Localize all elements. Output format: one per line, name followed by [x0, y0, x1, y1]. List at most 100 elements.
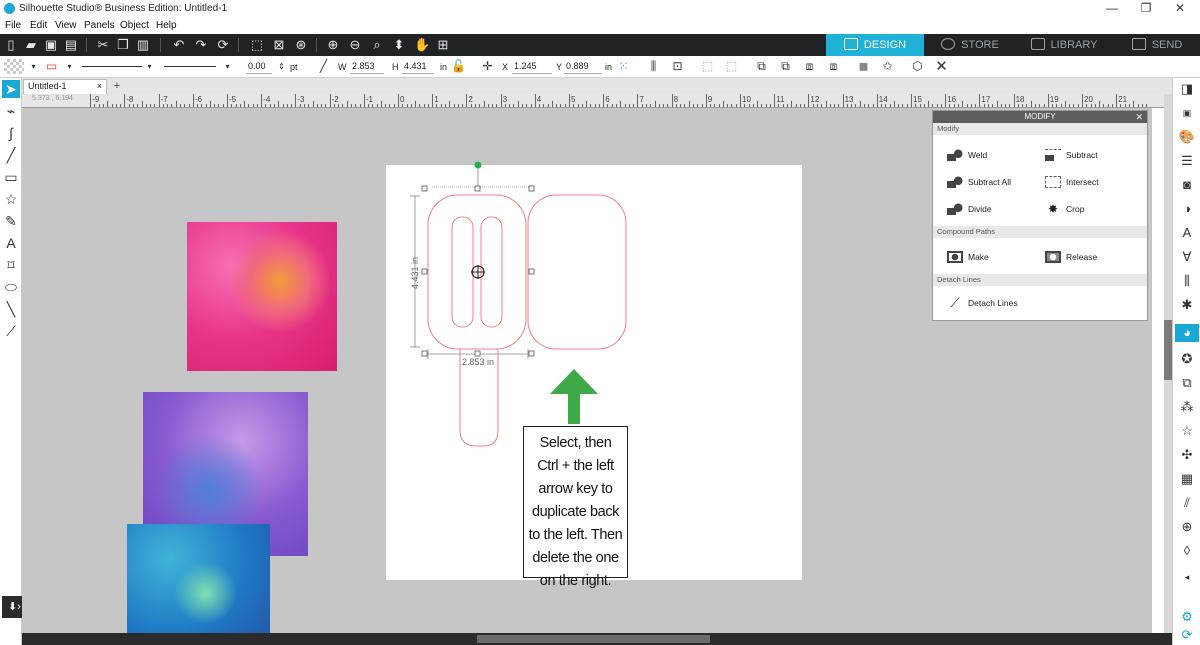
send-backward-icon[interactable]: ⧈ [826, 59, 841, 74]
puzzle-icon[interactable]: ✣ [1178, 446, 1196, 464]
x-position-input[interactable]: 1.245 [512, 60, 552, 74]
redo-icon[interactable]: ↷ [194, 38, 208, 52]
center-to-page-icon[interactable]: ⊡ [670, 59, 685, 74]
sync-icon[interactable]: ⟳ [1178, 626, 1196, 644]
line-width-stepper-icon[interactable]: ⇕ [274, 59, 289, 74]
eraser-tool-icon[interactable]: ⬭ [2, 278, 20, 296]
horizontal-scrollbar[interactable] [22, 633, 1172, 645]
popsicle-slot-left[interactable] [451, 216, 474, 328]
rotate-handle[interactable] [474, 161, 482, 169]
paste-icon[interactable]: ▥ [136, 38, 150, 52]
popsicle-shape-duplicate[interactable] [527, 194, 627, 350]
modify-panel-header[interactable]: MODIFY ✕ [933, 111, 1147, 123]
deselect-icon[interactable]: ⊠ [272, 38, 286, 52]
line-end-dropdown-icon[interactable]: ▾ [220, 59, 235, 74]
delete-x-icon[interactable]: ✕ [934, 59, 949, 74]
drag-zoom-icon[interactable]: ⬍ [392, 38, 406, 52]
open-folder-icon[interactable]: ▰ [24, 38, 38, 52]
zoom-out-icon[interactable]: ⊖ [348, 38, 362, 52]
intersect-button[interactable]: Intersect [1045, 176, 1099, 188]
ungroup-icon[interactable]: ⬚ [724, 59, 739, 74]
detach-lines-button[interactable]: ⟋ Detach Lines [947, 296, 1017, 309]
eyedropper-tool-icon[interactable]: ⟋ [2, 322, 20, 340]
settings-gear-icon[interactable]: ⚙ [1178, 608, 1196, 626]
tab-design[interactable]: DESIGN [826, 34, 924, 56]
3d-icon[interactable]: ◊ [1178, 542, 1196, 560]
transform-icon[interactable]: ✱ [1178, 296, 1196, 314]
layers-icon[interactable]: ▦ [1178, 470, 1196, 488]
restore-button[interactable]: ❐ [1131, 1, 1161, 15]
y-position-input[interactable]: 0.889 [564, 60, 602, 74]
lock-aspect-icon[interactable]: 🔓 [451, 59, 466, 74]
3d-cube-icon[interactable]: ⬡ [910, 59, 925, 74]
fill-dropdown-icon[interactable]: ▾ [26, 59, 41, 74]
menu-object[interactable]: Object [120, 20, 149, 31]
contrast-icon[interactable]: ◑ [1178, 200, 1196, 218]
add-tab-button[interactable]: + [110, 79, 124, 93]
subtract-all-button[interactable]: Subtract All [947, 176, 1011, 188]
collapse-panel-icon[interactable]: ◂ [1178, 568, 1196, 586]
send-to-back-icon[interactable]: ⧉ [778, 59, 793, 74]
divide-button[interactable]: Divide [947, 203, 992, 215]
print-icon[interactable]: ▤ [64, 38, 78, 52]
make-compound-button[interactable]: Make [947, 251, 989, 263]
subtract-button[interactable]: Subtract [1045, 149, 1098, 161]
pen-tool-icon[interactable]: ✎ [2, 212, 20, 230]
select-by-color-icon[interactable]: ⊛ [294, 38, 308, 52]
point-edit-tool-icon[interactable]: ⌁ [2, 102, 20, 120]
fill-palette-icon[interactable]: 🎨 [1178, 128, 1196, 146]
save-icon[interactable]: ▣ [44, 38, 58, 52]
height-input[interactable]: 4.431 [402, 60, 434, 74]
stitch-icon[interactable]: ⫽ [1178, 494, 1196, 512]
new-document-icon[interactable]: ▯ [4, 38, 18, 52]
cut-icon[interactable]: ✂ [96, 38, 110, 52]
image-effects-icon[interactable]: ◙ [1178, 176, 1196, 194]
weld-button[interactable]: Weld [947, 149, 987, 161]
page-setup-icon[interactable]: ◨ [1178, 80, 1196, 98]
curve-tool-icon[interactable]: ∫ [2, 124, 20, 142]
zoom-select-icon[interactable]: ⌕ [370, 38, 384, 52]
modify-panel-icon[interactable]: ◕ [1175, 324, 1199, 342]
bring-to-front-icon[interactable]: ⧉ [754, 59, 769, 74]
line-style-select[interactable] [82, 59, 142, 67]
offset-icon[interactable]: ⧉ [1178, 374, 1196, 392]
text-style-icon[interactable]: A [1178, 224, 1196, 242]
crop-button[interactable]: ✸ Crop [1045, 203, 1084, 215]
library-globe-icon[interactable]: ⊕ [1178, 518, 1196, 536]
horizontal-scroll-thumb[interactable] [477, 635, 710, 643]
document-tab[interactable]: Untitled-1 × [23, 79, 107, 94]
align-icon[interactable]: ⫼ [646, 59, 661, 74]
line-end-select[interactable] [164, 59, 216, 67]
zoom-in-icon[interactable]: ⊕ [326, 38, 340, 52]
line-color-dropdown-icon[interactable]: ▾ [62, 59, 77, 74]
replicate-star-icon[interactable]: ✩ [880, 59, 895, 74]
trace-icon[interactable]: ⁂ [1178, 398, 1196, 416]
select-all-icon[interactable]: ⬚ [250, 38, 264, 52]
close-button[interactable]: ✕ [1165, 1, 1195, 15]
close-panel-icon[interactable]: ✕ [1135, 111, 1143, 123]
select-tool-icon[interactable]: ➤ [2, 80, 20, 98]
copy-icon[interactable]: ❐ [116, 38, 130, 52]
star-polygon-tool-icon[interactable]: ☆ [2, 190, 20, 208]
align-panel-icon[interactable]: ⫼ [1178, 272, 1196, 290]
redraw-icon[interactable]: ⟳ [216, 38, 230, 52]
line-width-input[interactable]: 0.00 [246, 60, 272, 74]
rectangle-tool-icon[interactable]: ▭ [2, 168, 20, 186]
tab-send[interactable]: SEND [1114, 34, 1200, 56]
menu-edit[interactable]: Edit [30, 20, 47, 31]
group-icon[interactable]: ⬚ [700, 59, 715, 74]
menu-view[interactable]: View [55, 20, 77, 31]
line-tool-icon[interactable]: ╱ [2, 146, 20, 164]
text-tool-icon[interactable]: A [2, 234, 20, 252]
sketch-star-icon[interactable]: ☆ [1178, 422, 1196, 440]
close-tab-icon[interactable]: × [97, 81, 102, 91]
menu-help[interactable]: Help [156, 20, 177, 31]
menu-panels[interactable]: Panels [84, 20, 115, 31]
fill-color-swatch[interactable] [4, 59, 24, 74]
reference-point-icon[interactable]: ⁙ [616, 59, 631, 74]
undo-icon[interactable]: ↶ [172, 38, 186, 52]
bring-forward-icon[interactable]: ⧈ [802, 59, 817, 74]
line-style-dropdown-icon[interactable]: ▾ [142, 59, 157, 74]
fit-to-page-icon[interactable]: ⊞ [436, 38, 450, 52]
release-compound-button[interactable]: Release [1045, 251, 1097, 263]
